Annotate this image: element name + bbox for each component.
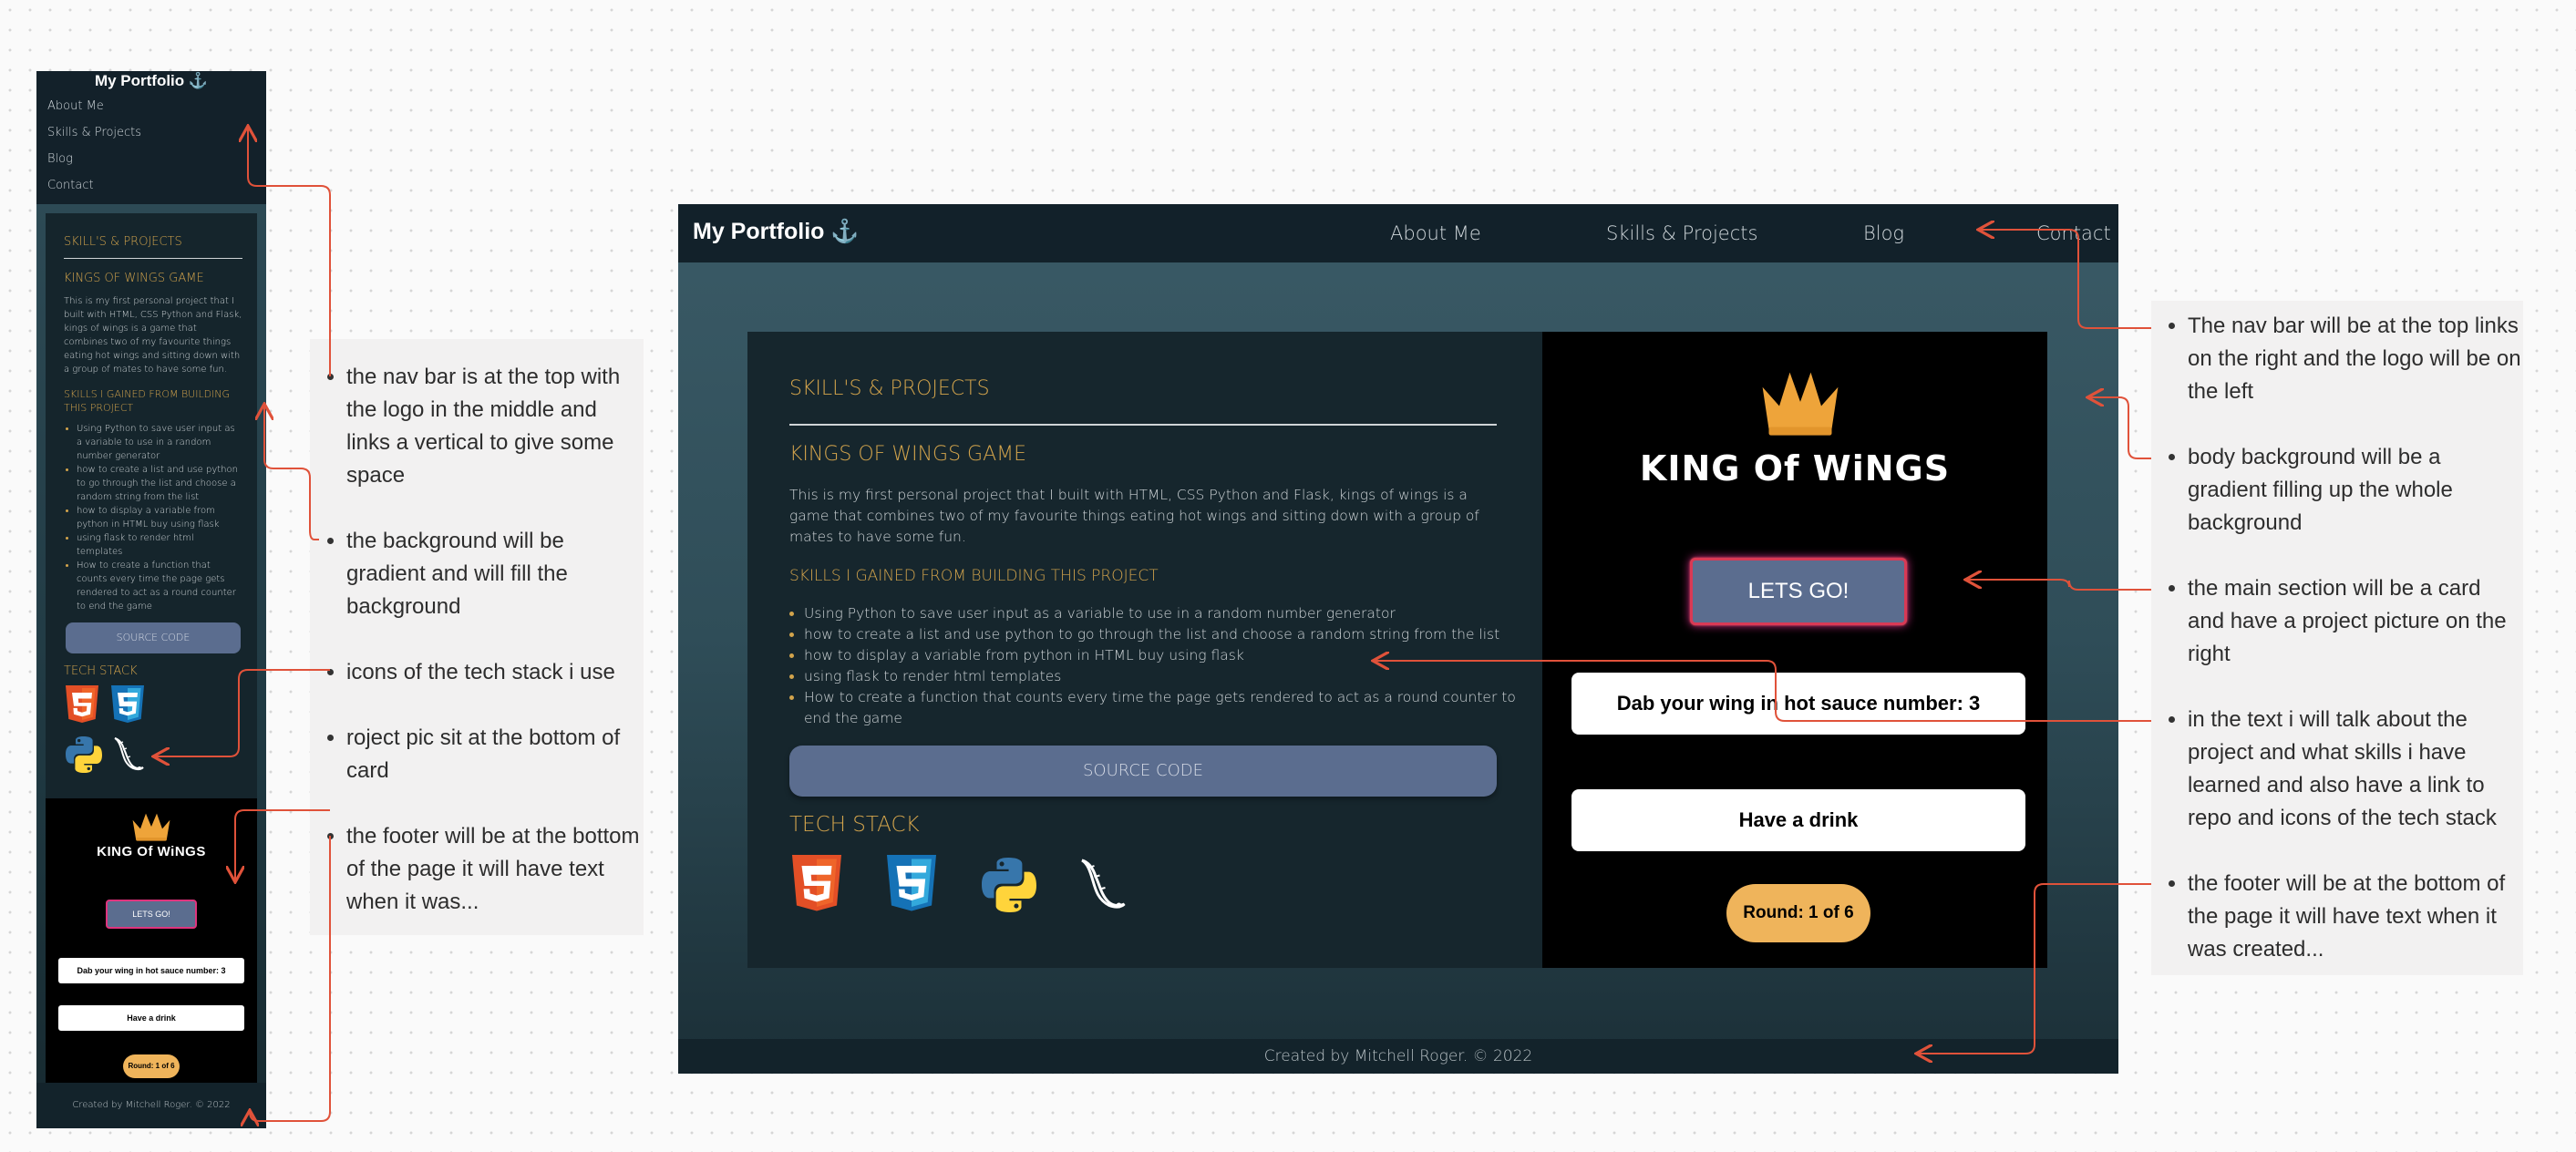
- list-item: How to create a function that counts eve…: [804, 687, 1533, 729]
- mobile-divider: [64, 258, 242, 259]
- list-item: how to create a list and use python to g…: [77, 463, 242, 504]
- list-item: using flask to render html templates: [77, 531, 242, 559]
- desktop-project-picture: KING Of WiNGS LETS GO! Dab your wing in …: [1542, 332, 2047, 968]
- note-item: the nav bar is at the top with the logo …: [346, 361, 644, 492]
- mobile-drink-card: Have a drink: [58, 1005, 244, 1031]
- crown-icon: [1762, 372, 1839, 436]
- mobile-round-badge: Round: 1 of 6: [123, 1054, 180, 1078]
- mobile-footer: Created by Mitchell Roger. © 2022: [36, 1083, 266, 1128]
- mobile-source-code-button[interactable]: SOURCE CODE: [66, 622, 241, 653]
- desktop-skills-heading: SKILLS I GAINED FROM BUILDING THIS PROJE…: [789, 567, 1159, 585]
- note-item: the main section will be a card and have…: [2188, 572, 2523, 671]
- note-item: the footer will be at the bottom of the …: [2188, 868, 2523, 966]
- note-item: the footer will be at the bottom of the …: [346, 820, 644, 919]
- desktop-nav-skills[interactable]: Skills & Projects: [1606, 222, 1757, 244]
- desktop-logo-text: My Portfolio: [693, 219, 825, 244]
- desktop-notes: The nav bar will be at the top links on …: [2151, 301, 2523, 975]
- mobile-project-title: KINGS OF WINGS GAME: [64, 272, 204, 285]
- desktop-nav-contact[interactable]: Contact: [2036, 222, 2111, 244]
- desktop-project-logo-text: KING Of WiNGS: [1639, 448, 1951, 489]
- list-item: how to create a list and use python to g…: [804, 624, 1533, 645]
- desktop-card-text: SKILL'S & PROJECTS KINGS OF WINGS GAME T…: [747, 332, 1542, 968]
- note-item: roject pic sit at the bottom of card: [346, 722, 644, 787]
- desktop-round-badge: Round: 1 of 6: [1726, 884, 1870, 942]
- mobile-notes: the nav bar is at the top with the logo …: [310, 339, 644, 935]
- desktop-divider: [789, 424, 1497, 426]
- note-item: in the text i will talk about the projec…: [2188, 704, 2523, 835]
- desktop-lets-go-button[interactable]: LETS GO!: [1690, 558, 1907, 625]
- desktop-logo[interactable]: My Portfolio ⚓: [693, 219, 860, 245]
- list-item: using flask to render html templates: [804, 666, 1533, 687]
- mobile-nav-about[interactable]: About Me: [47, 93, 266, 119]
- desktop-nav-blog[interactable]: Blog: [1863, 222, 1904, 244]
- list-item: how to display a variable from python in…: [804, 645, 1533, 666]
- desktop-source-code-button[interactable]: SOURCE CODE: [789, 746, 1497, 797]
- mobile-project-logo-text: KING Of WiNGS: [97, 844, 206, 859]
- mobile-nav-blog[interactable]: Blog: [47, 146, 266, 172]
- mobile-challenge-card: Dab your wing in hot sauce number: 3: [58, 958, 244, 983]
- css3-icon: [111, 685, 144, 723]
- mobile-body: SKILL'S & PROJECTS KINGS OF WINGS GAME T…: [36, 204, 266, 1128]
- mobile-nav-contact[interactable]: Contact: [47, 172, 266, 199]
- python-icon: [982, 858, 1036, 912]
- mobile-project-picture: KING Of WiNGS LETS GO! Dab your wing in …: [46, 798, 257, 1095]
- note-item: body background will be a gradient filli…: [2188, 441, 2523, 540]
- note-item: icons of the tech stack i use: [346, 656, 644, 689]
- desktop-challenge-card: Dab your wing in hot sauce number: 3: [1571, 673, 2025, 735]
- list-item: Using Python to save user input as a var…: [804, 603, 1533, 624]
- list-item: how to display a variable from python in…: [77, 504, 242, 531]
- mobile-logo-text: My Portfolio: [94, 72, 185, 89]
- mobile-logo[interactable]: My Portfolio ⚓: [36, 71, 266, 93]
- mobile-skills-heading: SKILLS I GAINED FROM BUILDING THIS PROJE…: [64, 388, 231, 414]
- mobile-lets-go-button[interactable]: LETS GO!: [106, 900, 197, 929]
- flask-icon: [114, 737, 144, 771]
- mobile-project-card: SKILL'S & PROJECTS KINGS OF WINGS GAME T…: [46, 213, 257, 1095]
- html5-icon: [66, 685, 98, 723]
- desktop-skills-list: Using Python to save user input as a var…: [789, 603, 1533, 729]
- python-icon: [66, 736, 102, 773]
- desktop-nav-about[interactable]: About Me: [1390, 222, 1481, 244]
- mobile-tech-stack-heading: TECH STACK: [64, 664, 138, 678]
- desktop-section-heading: SKILL'S & PROJECTS: [789, 377, 990, 400]
- crown-icon: [132, 813, 170, 841]
- desktop-project-description: This is my first personal project that I…: [789, 487, 1479, 545]
- mobile-nav-bar: My Portfolio ⚓ About Me Skills & Project…: [36, 71, 266, 204]
- desktop-footer: Created by Mitchell Roger. © 2022: [678, 1039, 2118, 1074]
- anchor-icon: ⚓: [830, 219, 860, 244]
- desktop-nav-bar: My Portfolio ⚓ About Me Skills & Project…: [678, 204, 2118, 262]
- mobile-skills-list: Using Python to save user input as a var…: [64, 422, 242, 613]
- html5-icon: [792, 855, 841, 911]
- list-item: Using Python to save user input as a var…: [77, 422, 242, 463]
- note-item: the background will be gradient and will…: [346, 525, 644, 623]
- mobile-section-heading: SKILL'S & PROJECTS: [64, 235, 182, 249]
- desktop-drink-card: Have a drink: [1571, 789, 2025, 851]
- mobile-mockup: My Portfolio ⚓ About Me Skills & Project…: [36, 71, 266, 1128]
- list-item: How to create a function that counts eve…: [77, 559, 242, 613]
- desktop-project-title: KINGS OF WINGS GAME: [789, 443, 1027, 466]
- desktop-tech-stack-heading: TECH STACK: [789, 813, 920, 837]
- desktop-project-card: SKILL'S & PROJECTS KINGS OF WINGS GAME T…: [747, 332, 2047, 968]
- desktop-mockup: My Portfolio ⚓ About Me Skills & Project…: [678, 204, 2118, 1074]
- anchor-icon: ⚓: [188, 72, 209, 89]
- flask-icon: [1081, 859, 1126, 909]
- css3-icon: [887, 855, 936, 911]
- note-item: The nav bar will be at the top links on …: [2188, 310, 2523, 408]
- mobile-nav-skills[interactable]: Skills & Projects: [47, 119, 266, 146]
- mobile-project-description: This is my first personal project that I…: [64, 296, 242, 375]
